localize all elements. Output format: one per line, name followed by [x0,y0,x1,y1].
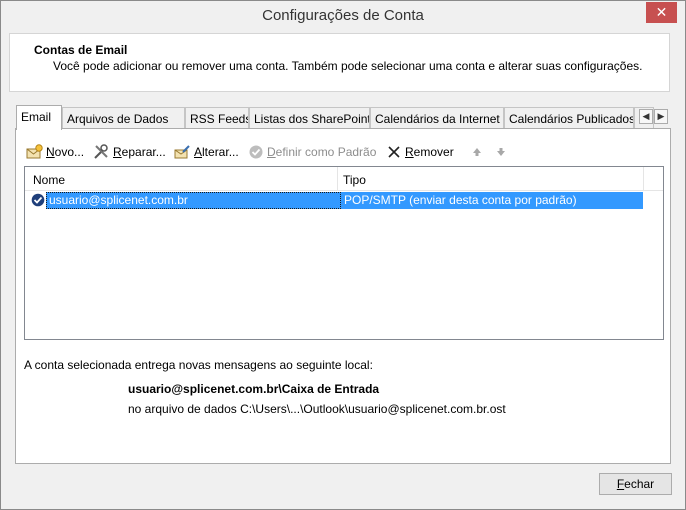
close-dialog-button[interactable]: Fechar [599,473,672,495]
arrow-down-icon [495,146,507,158]
tab-data-files[interactable]: Arquivos de Dados [62,107,185,129]
new-account-icon [26,144,43,160]
repair-button[interactable]: Reparar... [93,143,166,161]
delivery-intro: A conta selecionada entrega novas mensag… [24,358,373,372]
account-settings-window: Configurações de Conta ✕ Contas de Email… [0,0,686,510]
tab-scroll-right-icon[interactable]: ▶ [654,109,668,124]
close-icon: ✕ [655,4,668,20]
accounts-list[interactable]: Nome Tipo usuario@splicenet.com.br POP/S… [24,166,664,340]
window-title: Configurações de Conta [262,7,424,24]
header-title: Contas de Email [34,43,128,57]
toolbar: Novo... Reparar... Alterar... Definir co… [26,143,646,161]
column-separator[interactable] [337,167,338,191]
list-header: Nome Tipo [25,167,663,191]
tab-sharepoint-lists[interactable]: Listas dos SharePoint [249,107,370,129]
account-name-cell: usuario@splicenet.com.br [49,193,188,207]
account-type-cell: POP/SMTP (enviar desta conta por padrão) [344,193,577,207]
header-description: Você pode adicionar ou remover uma conta… [53,59,643,73]
delivery-data-file: no arquivo de dados C:\Users\...\Outlook… [128,402,506,416]
change-button[interactable]: Alterar... [174,143,239,161]
delivery-location: usuario@splicenet.com.br\Caixa de Entrad… [128,382,380,396]
default-account-check-icon [31,193,45,210]
move-up-button[interactable] [471,143,483,161]
email-tab-panel: Novo... Reparar... Alterar... Definir co… [15,128,671,464]
column-header-name[interactable]: Nome [33,173,65,187]
remove-button[interactable]: Remover [386,143,454,161]
tab-rss-feeds[interactable]: RSS Feeds [185,107,249,129]
title-bar: Configurações de Conta ✕ [1,1,685,32]
tab-internet-calendars[interactable]: Calendários da Internet [370,107,504,129]
check-circle-icon [248,144,264,160]
tab-email[interactable]: Email [16,105,62,130]
column-header-type[interactable]: Tipo [343,173,366,187]
arrow-up-icon [471,146,483,158]
tools-icon [93,144,110,160]
tab-scroll-left-icon[interactable]: ◀ [639,109,653,124]
column-separator[interactable] [643,167,644,191]
header-panel: Contas de Email Você pode adicionar ou r… [9,33,670,92]
set-default-button[interactable]: Definir como Padrão [248,143,376,161]
window-close-button[interactable]: ✕ [646,2,677,23]
move-down-button[interactable] [495,143,507,161]
tab-strip: Email Arquivos de Dados RSS Feeds Listas… [16,105,671,130]
tab-published-calendars[interactable]: Calendários Publicados [504,107,634,129]
new-account-button[interactable]: Novo... [26,143,84,161]
table-row[interactable]: usuario@splicenet.com.br POP/SMTP (envia… [26,192,643,209]
remove-x-icon [386,144,402,160]
edit-account-icon [174,144,191,160]
